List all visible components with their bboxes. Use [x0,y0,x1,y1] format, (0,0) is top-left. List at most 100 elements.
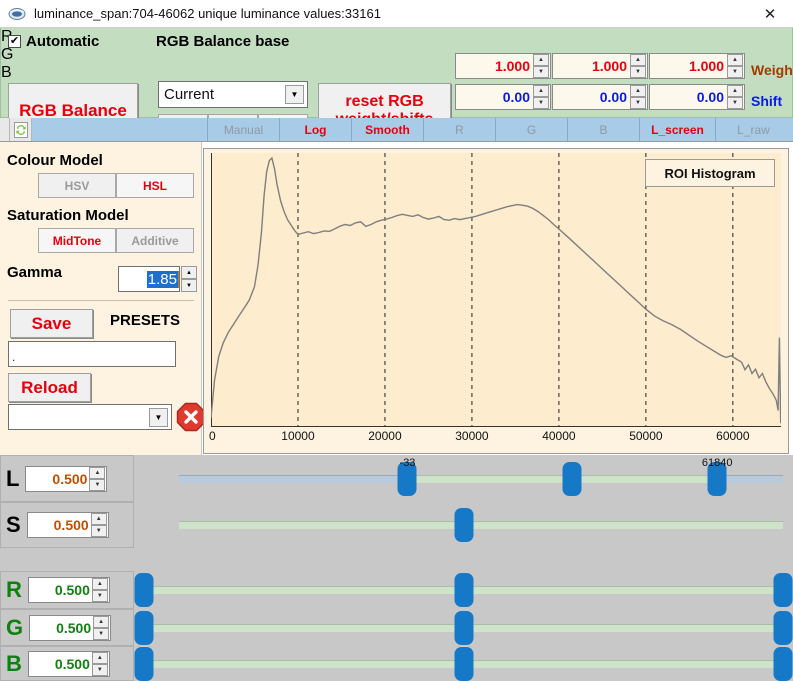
rgb-balance-base-select[interactable]: Current ▼ [158,81,308,108]
automatic-checkbox[interactable]: ✔ [8,35,21,48]
value-input-r[interactable]: 0.500 ▲ ▼ [27,577,110,603]
shift-r-stepper[interactable]: ▲ ▼ [533,85,549,109]
slider-track-area-l[interactable]: -33 61840 [134,455,793,502]
shift-g-input[interactable]: 0.00 ▲ ▼ [552,84,648,110]
preset-name-input[interactable]: . [8,341,176,367]
saturation-model-midtone[interactable]: MidTone [38,228,116,253]
slider-track[interactable] [179,521,783,529]
histogram-plot [211,153,781,427]
colour-model-hsl[interactable]: HSL [116,173,194,198]
stepper-down-icon[interactable]: ▼ [93,627,110,640]
rgb-balance-base-label: RGB Balance base [156,33,290,50]
channel-letter-l: L [6,465,20,491]
stepper-up-icon[interactable]: ▲ [727,85,743,97]
chevron-down-icon[interactable]: ▼ [149,407,168,427]
slider-handle-s-0[interactable] [454,508,473,542]
stepper-up-icon[interactable]: ▲ [91,651,108,664]
slider-handle-r-1[interactable] [454,573,473,607]
value-input-l[interactable]: 0.500 ▲ ▼ [25,465,108,492]
save-button[interactable]: Save [10,309,93,338]
slider-track-area-b[interactable] [134,646,793,681]
tab-l-raw[interactable]: L_raw [715,118,791,141]
stepper-up-icon[interactable]: ▲ [533,85,549,97]
stepper-s[interactable]: ▲ ▼ [90,513,107,537]
slider-handle-r-0[interactable] [134,573,154,607]
stepper-down-icon[interactable]: ▼ [90,525,107,537]
slider-handle-b-0[interactable] [134,646,154,681]
slider-track-area-g[interactable] [134,609,793,646]
automatic-checkbox-row[interactable]: ✔ Automatic [8,33,99,50]
slider-track-upper[interactable] [717,474,783,483]
stepper-g[interactable]: ▲ ▼ [93,615,110,640]
tab-l-screen[interactable]: L_screen [639,118,715,141]
slider-row-r: R 0.500 ▲ ▼ [0,571,793,609]
stepper-up-icon[interactable]: ▲ [93,615,110,628]
stepper-up-icon[interactable]: ▲ [90,513,107,525]
tab-r[interactable]: R [423,118,495,141]
tab-g[interactable]: G [495,118,567,141]
weight-g-input[interactable]: 1.000 ▲ ▼ [552,53,648,79]
colour-model-hsv[interactable]: HSV [38,173,116,198]
slider-handle-r-2[interactable] [773,573,793,607]
reload-button[interactable]: Reload [8,373,91,402]
weight-r-stepper[interactable]: ▲ ▼ [533,54,549,78]
slider-handle-b-2[interactable] [773,646,793,681]
slider-track-area-r[interactable] [134,571,793,609]
x-tick-label: 20000 [368,429,402,443]
stepper-down-icon[interactable]: ▼ [727,97,743,109]
stepper-down-icon[interactable]: ▼ [89,478,106,491]
shift-r-input[interactable]: 0.00 ▲ ▼ [455,84,551,110]
saturation-model-group: MidTone Additive [38,228,194,253]
refresh-sync-icon[interactable] [10,118,32,141]
slider-row-g: G 0.500 ▲ ▼ [0,609,793,646]
stepper-b[interactable]: ▲ ▼ [91,651,108,676]
stepper-up-icon[interactable]: ▲ [91,578,108,590]
stepper-down-icon[interactable]: ▼ [727,66,743,78]
stepper-down-icon[interactable]: ▼ [630,97,646,109]
chevron-down-icon[interactable]: ▼ [285,85,304,104]
tab-manual[interactable]: Manual [207,118,279,141]
value-input-s[interactable]: 0.500 ▲ ▼ [26,512,109,538]
weight-g-stepper[interactable]: ▲ ▼ [630,54,646,78]
stepper-down-icon[interactable]: ▼ [533,97,549,109]
stepper-up-icon[interactable]: ▲ [533,54,549,66]
weight-r-input[interactable]: 1.000 ▲ ▼ [455,53,551,79]
stepper-down-icon[interactable]: ▼ [630,66,646,78]
stepper-down-icon[interactable]: ▼ [91,590,108,602]
shift-b-input[interactable]: 0.00 ▲ ▼ [649,84,745,110]
stepper-up-icon[interactable]: ▲ [630,54,646,66]
stepper-up-icon[interactable]: ▲ [727,54,743,66]
toolbar-drag-handle[interactable] [0,118,10,141]
gamma-input[interactable]: 1.85 [118,266,180,292]
roi-histogram-button[interactable]: ROI Histogram [645,159,775,187]
preset-select[interactable]: ▼ [8,404,172,430]
weight-b-input[interactable]: 1.000 ▲ ▼ [649,53,745,79]
stop-icon[interactable] [176,402,206,432]
slider-handle-l-1[interactable] [562,461,582,496]
tab-b[interactable]: B [567,118,639,141]
stepper-up-icon[interactable]: ▲ [630,85,646,97]
slider-handle-g-2[interactable] [773,610,793,645]
weight-b-stepper[interactable]: ▲ ▼ [727,54,743,78]
value-input-b[interactable]: 0.500 ▲ ▼ [27,650,110,677]
slider-handle-g-1[interactable] [454,610,473,645]
stepper-down-icon[interactable]: ▼ [533,66,549,78]
stepper-down-icon[interactable]: ▼ [91,663,108,676]
stepper-l[interactable]: ▲ ▼ [89,466,106,491]
close-icon[interactable]: ✕ [747,0,793,27]
slider-handle-b-1[interactable] [454,646,473,681]
shift-b-stepper[interactable]: ▲ ▼ [727,85,743,109]
stepper-up-icon[interactable]: ▲ [89,466,106,479]
tab-smooth[interactable]: Smooth [351,118,423,141]
tab-log[interactable]: Log [279,118,351,141]
stepper-down-icon[interactable]: ▼ [181,279,197,292]
stepper-up-icon[interactable]: ▲ [181,266,197,279]
shift-g-stepper[interactable]: ▲ ▼ [630,85,646,109]
stepper-r[interactable]: ▲ ▼ [91,578,108,602]
gamma-stepper[interactable]: ▲ ▼ [181,266,197,292]
value-input-g[interactable]: 0.500 ▲ ▼ [29,614,112,641]
saturation-model-additive[interactable]: Additive [116,228,194,253]
slider-handle-g-0[interactable] [134,610,154,645]
slider-track-area-s[interactable] [134,502,793,548]
